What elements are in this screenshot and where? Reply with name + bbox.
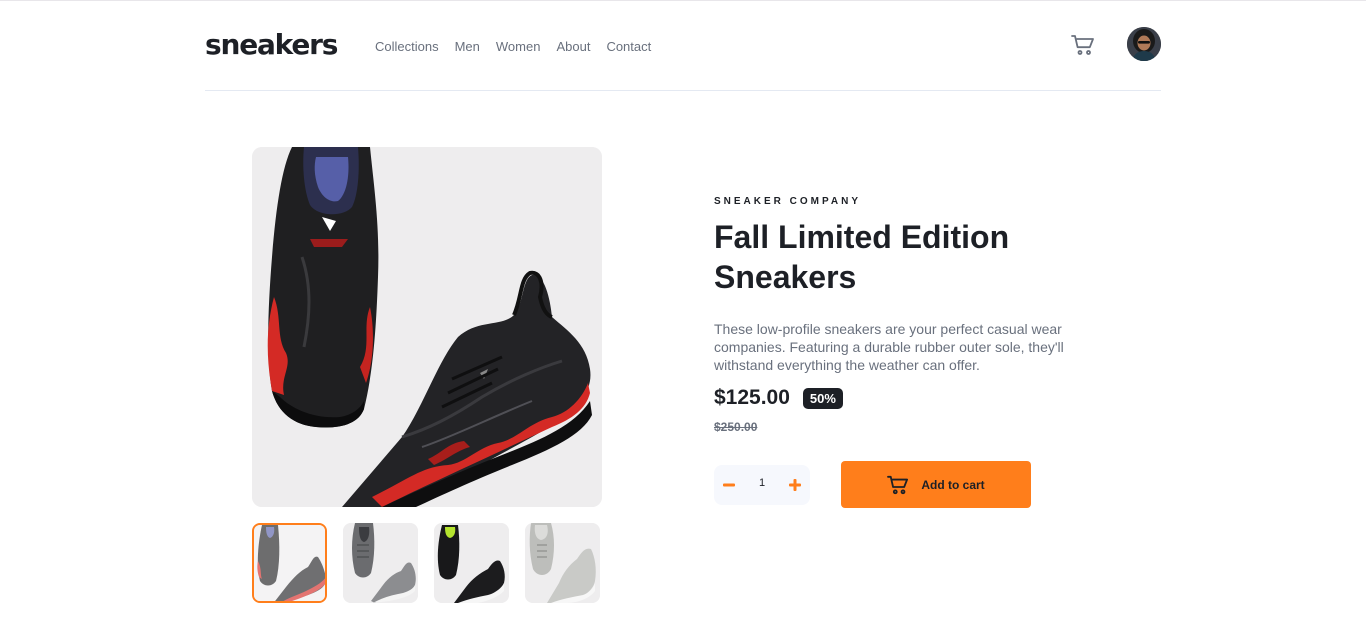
black-green-sneakers-thumbnail [434, 523, 509, 603]
main-nav: Collections Men Women About Contact [375, 39, 651, 54]
avatar-icon [1127, 27, 1161, 61]
cart-icon [887, 475, 909, 494]
add-to-cart-label: Add to cart [921, 477, 985, 492]
product-description: These low-profile sneakers are your perf… [714, 321, 1064, 373]
thumbnail-3[interactable] [434, 523, 509, 603]
nav-link-contact[interactable]: Contact [606, 39, 651, 54]
white-high-top-sneakers-thumbnail [525, 523, 600, 603]
cart-button[interactable] [1071, 33, 1095, 57]
nav-link-women[interactable]: Women [496, 39, 541, 54]
nav-link-collections[interactable]: Collections [375, 39, 439, 54]
site-header: sneakers Collections Men Women About Con… [205, 0, 1161, 91]
thumbnail-4[interactable] [525, 523, 600, 603]
site-logo[interactable]: sneakers [205, 28, 338, 61]
company-label: SNEAKER COMPANY [714, 196, 862, 207]
increase-quantity-button[interactable] [780, 465, 810, 505]
original-price: $250.00 [714, 420, 758, 434]
minus-icon [723, 483, 735, 487]
user-avatar[interactable] [1127, 27, 1161, 61]
add-to-cart-button[interactable]: Add to cart [841, 461, 1031, 508]
price-row: $125.00 50% [714, 386, 843, 410]
thumbnail-2[interactable] [343, 523, 418, 603]
black-red-sneakers-image [252, 147, 602, 507]
product-title: Fall Limited Edition Sneakers [714, 219, 1010, 295]
grey-sneakers-thumbnail [343, 523, 418, 603]
current-price: $125.00 [714, 386, 790, 409]
discount-badge: 50% [802, 387, 843, 409]
thumbnail-strip [252, 523, 600, 603]
nav-link-men[interactable]: Men [455, 39, 480, 54]
main-product-image[interactable] [252, 147, 602, 507]
cart-icon [1071, 35, 1094, 55]
nav-link-about[interactable]: About [556, 39, 590, 54]
decrease-quantity-button[interactable] [714, 465, 744, 505]
black-red-sneakers-thumbnail [254, 525, 325, 601]
quantity-value[interactable]: 1 [747, 477, 777, 489]
quantity-stepper: 1 [714, 465, 810, 505]
plus-icon [789, 479, 801, 491]
thumbnail-1[interactable] [252, 523, 327, 603]
